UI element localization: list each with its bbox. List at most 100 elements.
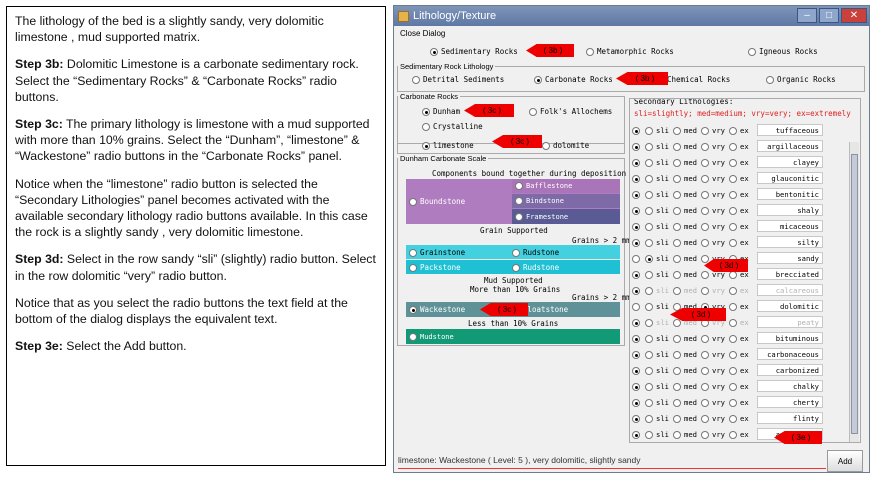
radio-ex[interactable]: ex <box>729 238 757 247</box>
radio-med[interactable]: med <box>673 206 701 215</box>
radio-med[interactable]: med <box>673 222 701 231</box>
row-select-radio[interactable] <box>632 142 645 151</box>
radio-med[interactable]: med <box>673 270 701 279</box>
radio-limestone[interactable]: limestone <box>422 141 474 150</box>
radio-med[interactable]: med <box>673 430 701 439</box>
radio-vry[interactable]: vry <box>701 366 729 375</box>
radio-ex[interactable]: ex <box>729 366 757 375</box>
radio-sli[interactable]: sli <box>645 350 673 359</box>
radio-vry[interactable]: vry <box>701 286 729 295</box>
radio-ex[interactable]: ex <box>729 398 757 407</box>
radio-med[interactable]: med <box>673 382 701 391</box>
radio-sli[interactable]: sli <box>645 382 673 391</box>
row-select-radio[interactable] <box>632 254 645 263</box>
radio-ex[interactable]: ex <box>729 286 757 295</box>
row-select-radio[interactable] <box>632 366 645 375</box>
radio-med[interactable]: med <box>673 142 701 151</box>
radio-sli[interactable]: sli <box>645 318 673 327</box>
radio-med[interactable]: med <box>673 286 701 295</box>
row-select-radio[interactable] <box>632 302 645 311</box>
output-text-field[interactable]: limestone: Wackestone ( Level: 5 ), very… <box>398 455 826 469</box>
radio-detrital[interactable]: Detrital Sediments <box>412 75 504 84</box>
radio-vry[interactable]: vry <box>701 238 729 247</box>
radio-framestone[interactable]: Framestone <box>512 209 620 224</box>
radio-crystalline[interactable]: Crystalline <box>422 122 483 131</box>
radio-med[interactable]: med <box>673 350 701 359</box>
radio-ex[interactable]: ex <box>729 158 757 167</box>
radio-sli[interactable]: sli <box>645 254 673 263</box>
radio-igneous[interactable]: Igneous Rocks <box>748 47 818 56</box>
row-select-radio[interactable] <box>632 382 645 391</box>
minimize-icon[interactable]: – <box>797 8 817 23</box>
radio-sli[interactable]: sli <box>645 158 673 167</box>
radio-med[interactable]: med <box>673 158 701 167</box>
radio-vry[interactable]: vry <box>701 350 729 359</box>
row-select-radio[interactable] <box>632 334 645 343</box>
radio-med[interactable]: med <box>673 334 701 343</box>
row-select-radio[interactable] <box>632 222 645 231</box>
radio-sli[interactable]: sli <box>645 302 673 311</box>
radio-sli[interactable]: sli <box>645 206 673 215</box>
radio-med[interactable]: med <box>673 238 701 247</box>
radio-ex[interactable]: ex <box>729 222 757 231</box>
radio-rudstone-1[interactable]: Rudstone <box>512 248 559 257</box>
radio-bindstone[interactable]: Bindstone <box>512 194 620 208</box>
radio-med[interactable]: med <box>673 414 701 423</box>
maximize-icon[interactable]: □ <box>819 8 839 23</box>
radio-med[interactable]: med <box>673 126 701 135</box>
row-select-radio[interactable] <box>632 238 645 247</box>
radio-dunham[interactable]: Dunham <box>422 107 460 116</box>
row-select-radio[interactable] <box>632 398 645 407</box>
radio-med[interactable]: med <box>673 366 701 375</box>
radio-ex[interactable]: ex <box>729 302 757 311</box>
radio-carbonate[interactable]: Carbonate Rocks <box>534 75 613 84</box>
radio-vry[interactable]: vry <box>701 334 729 343</box>
close-icon[interactable]: ✕ <box>841 8 867 23</box>
radio-ex[interactable]: ex <box>729 126 757 135</box>
radio-sli[interactable]: sli <box>645 190 673 199</box>
radio-ex[interactable]: ex <box>729 382 757 391</box>
radio-sli[interactable]: sli <box>645 270 673 279</box>
radio-vry[interactable]: vry <box>701 126 729 135</box>
row-select-radio[interactable] <box>632 174 645 183</box>
radio-folk[interactable]: Folk's Allochems <box>529 107 612 116</box>
radio-sli[interactable]: sli <box>645 398 673 407</box>
radio-sli[interactable]: sli <box>645 286 673 295</box>
radio-med[interactable]: med <box>673 190 701 199</box>
radio-sli[interactable]: sli <box>645 430 673 439</box>
radio-organic[interactable]: Organic Rocks <box>766 75 836 84</box>
radio-vry[interactable]: vry <box>701 142 729 151</box>
scrollbar[interactable] <box>849 142 859 442</box>
row-select-radio[interactable] <box>632 126 645 135</box>
radio-sli[interactable]: sli <box>645 366 673 375</box>
radio-sli[interactable]: sli <box>645 334 673 343</box>
radio-vry[interactable]: vry <box>701 430 729 439</box>
radio-wackestone[interactable]: Wackestone <box>409 305 465 314</box>
radio-ex[interactable]: ex <box>729 350 757 359</box>
row-select-radio[interactable] <box>632 430 645 439</box>
radio-vry[interactable]: vry <box>701 222 729 231</box>
radio-med[interactable]: med <box>673 398 701 407</box>
row-select-radio[interactable] <box>632 414 645 423</box>
scroll-thumb[interactable] <box>851 154 858 434</box>
radio-metamorphic[interactable]: Metamorphic Rocks <box>586 47 674 56</box>
radio-sli[interactable]: sli <box>645 126 673 135</box>
radio-vry[interactable]: vry <box>701 174 729 183</box>
radio-vry[interactable]: vry <box>701 382 729 391</box>
radio-sli[interactable]: sli <box>645 142 673 151</box>
radio-grainstone[interactable]: Grainstone <box>409 248 465 257</box>
radio-ex[interactable]: ex <box>729 430 757 439</box>
radio-ex[interactable]: ex <box>729 142 757 151</box>
add-button[interactable]: Add <box>827 450 863 472</box>
row-select-radio[interactable] <box>632 318 645 327</box>
radio-vry[interactable]: vry <box>701 414 729 423</box>
radio-med[interactable]: med <box>673 254 701 263</box>
row-select-radio[interactable] <box>632 206 645 215</box>
radio-vry[interactable]: vry <box>701 206 729 215</box>
radio-ex[interactable]: ex <box>729 206 757 215</box>
radio-rudstone-2[interactable]: Rudstone <box>512 263 559 272</box>
radio-ex[interactable]: ex <box>729 414 757 423</box>
radio-sli[interactable]: sli <box>645 414 673 423</box>
radio-ex[interactable]: ex <box>729 174 757 183</box>
radio-ex[interactable]: ex <box>729 334 757 343</box>
